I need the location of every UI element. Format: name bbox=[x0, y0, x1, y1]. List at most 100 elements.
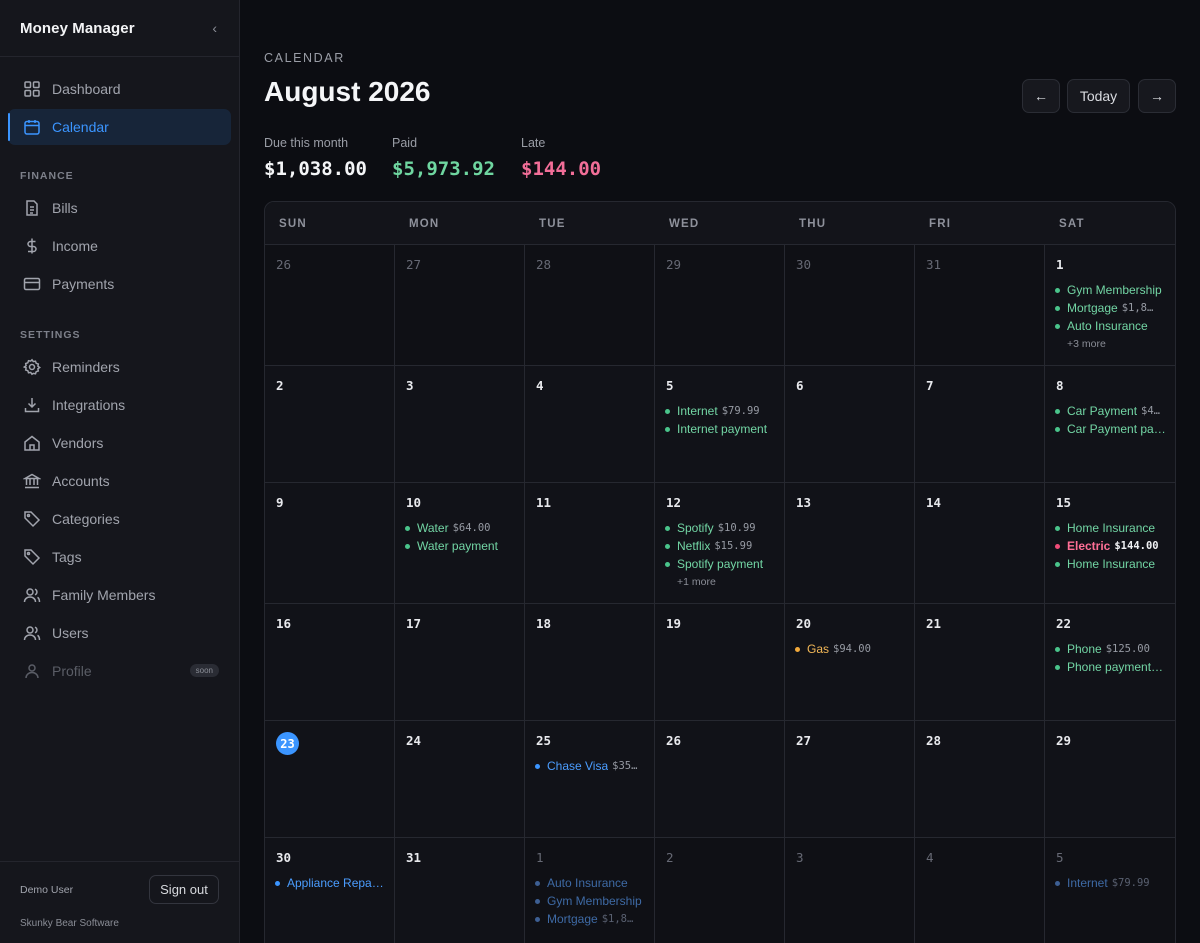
calendar-day-cell[interactable]: 2 bbox=[265, 366, 395, 483]
due-label: Due this month bbox=[264, 136, 349, 150]
calendar-day-cell[interactable]: 5 Internet $79.99 Internet payment bbox=[655, 366, 785, 483]
calendar-event[interactable]: Spotify $10.99 bbox=[665, 519, 779, 537]
calendar-day-cell[interactable]: 8 Car Payment $4… Car Payment pa… bbox=[1045, 366, 1175, 483]
more-events-link[interactable]: +3 more bbox=[1055, 335, 1170, 353]
calendar-day-cell[interactable]: 12 Spotify $10.99 Netflix $15.99 Spotify paym… bbox=[655, 483, 785, 604]
sidebar-item-accounts[interactable]: Accounts bbox=[8, 463, 231, 499]
calendar-event[interactable]: Auto Insurance bbox=[1055, 317, 1170, 335]
calendar-event[interactable]: Appliance Repa… bbox=[275, 874, 389, 892]
calendar-day-cell[interactable]: 9 bbox=[265, 483, 395, 604]
calendar-event[interactable]: Mortgage $1,8… bbox=[535, 910, 649, 928]
calendar-event[interactable]: Internet payment bbox=[665, 420, 779, 438]
calendar-day-cell[interactable]: 4 bbox=[915, 838, 1045, 943]
calendar-day-cell[interactable]: 3 bbox=[395, 366, 525, 483]
calendar-day-cell[interactable]: 26 bbox=[655, 721, 785, 838]
sidebar-item-reminders[interactable]: Reminders bbox=[8, 349, 231, 385]
user-name: Demo User bbox=[20, 884, 74, 896]
calendar-day-cell[interactable]: 23 bbox=[265, 721, 395, 838]
calendar-day-cell[interactable]: 24 bbox=[395, 721, 525, 838]
calendar-day-cell[interactable]: 13 bbox=[785, 483, 915, 604]
more-events-link[interactable]: +1 more bbox=[665, 573, 779, 591]
sidebar-item-vendors[interactable]: Vendors bbox=[8, 425, 231, 461]
calendar-day-cell[interactable]: 11 bbox=[525, 483, 655, 604]
calendar-event[interactable]: Gym Membership bbox=[1055, 281, 1170, 299]
calendar-day-cell[interactable]: 29 bbox=[1045, 721, 1175, 838]
sidebar-item-payments[interactable]: Payments bbox=[8, 266, 231, 302]
calendar-day-cell[interactable]: 17 bbox=[395, 604, 525, 721]
calendar-day-cell[interactable]: 1 Gym Membership Mortgage $1,8… Auto Insuran… bbox=[1045, 245, 1175, 366]
day-number: 10 bbox=[406, 495, 422, 510]
calendar-day-cell[interactable]: 1 Auto Insurance Gym Membership Mortgage $1,… bbox=[525, 838, 655, 943]
calendar-day-cell[interactable]: 26 bbox=[265, 245, 395, 366]
calendar-day-cell[interactable]: 6 bbox=[785, 366, 915, 483]
calendar-day-cell[interactable]: 2 bbox=[655, 838, 785, 943]
calendar-event[interactable]: Car Payment $4… bbox=[1055, 402, 1170, 420]
sidebar-item-categories[interactable]: Categories bbox=[8, 501, 231, 537]
calendar-event[interactable]: Water $64.00 bbox=[405, 519, 519, 537]
calendar-day-cell[interactable]: 16 bbox=[265, 604, 395, 721]
late-value: $144.00 bbox=[521, 158, 602, 180]
today-date-badge: 23 bbox=[276, 732, 299, 755]
calendar-day-cell[interactable]: 20 Gas $94.00 bbox=[785, 604, 915, 721]
calendar-event[interactable]: Home Insurance bbox=[1055, 555, 1170, 573]
calendar-event[interactable]: Home Insurance bbox=[1055, 519, 1170, 537]
calendar-day-cell[interactable]: 14 bbox=[915, 483, 1045, 604]
calendar-day-cell[interactable]: 19 bbox=[655, 604, 785, 721]
calendar-day-cell[interactable]: 27 bbox=[785, 721, 915, 838]
sidebar-item-dashboard[interactable]: Dashboard bbox=[8, 71, 231, 107]
previous-month-button[interactable]: ← bbox=[1022, 79, 1060, 113]
calendar-day-cell[interactable]: 27 bbox=[395, 245, 525, 366]
sidebar-item-family-members[interactable]: Family Members bbox=[8, 577, 231, 613]
calendar-event[interactable]: Chase Visa $35… bbox=[535, 757, 649, 775]
next-month-button[interactable]: → bbox=[1138, 79, 1176, 113]
calendar-event[interactable]: Water payment bbox=[405, 537, 519, 555]
calendar-day-cell[interactable]: 7 bbox=[915, 366, 1045, 483]
late-stat: Late $144.00 bbox=[521, 136, 601, 180]
collapse-sidebar-icon[interactable]: ‹ bbox=[212, 20, 217, 36]
calendar-event[interactable]: Spotify payment bbox=[665, 555, 779, 573]
calendar-day-cell[interactable]: 30 bbox=[785, 245, 915, 366]
calendar-event[interactable]: Gas $94.00 bbox=[795, 640, 909, 658]
calendar-day-cell[interactable]: 30 Appliance Repa… bbox=[265, 838, 395, 943]
sidebar-item-income[interactable]: Income bbox=[8, 228, 231, 264]
calendar-event[interactable]: Electric $144.00 bbox=[1055, 537, 1170, 555]
sidebar-item-integrations[interactable]: Integrations bbox=[8, 387, 231, 423]
event-status-dot bbox=[1055, 664, 1060, 670]
calendar-day-cell[interactable]: 31 bbox=[915, 245, 1045, 366]
calendar-event[interactable]: Phone payment… bbox=[1055, 658, 1170, 676]
sign-out-button[interactable]: Sign out bbox=[149, 875, 219, 904]
calendar-event[interactable]: Phone $125.00 bbox=[1055, 640, 1170, 658]
calendar-day-cell[interactable]: 28 bbox=[525, 245, 655, 366]
calendar-day-cell[interactable]: 28 bbox=[915, 721, 1045, 838]
calendar-event[interactable]: Auto Insurance bbox=[535, 874, 649, 892]
calendar-event[interactable]: Internet $79.99 bbox=[665, 402, 779, 420]
main-content: CALENDAR August 2026 ← Today → Due this … bbox=[264, 0, 1176, 943]
day-number: 8 bbox=[1056, 378, 1064, 393]
calendar-event[interactable]: Netflix $15.99 bbox=[665, 537, 779, 555]
sidebar-item-calendar[interactable]: Calendar bbox=[8, 109, 231, 145]
calendar-day-cell[interactable]: 31 bbox=[395, 838, 525, 943]
event-name: Appliance Repa… bbox=[287, 876, 384, 890]
calendar-day-cell[interactable]: 3 bbox=[785, 838, 915, 943]
day-events: Gas $94.00 bbox=[795, 640, 909, 658]
event-status-dot bbox=[535, 916, 540, 922]
calendar-day-cell[interactable]: 25 Chase Visa $35… bbox=[525, 721, 655, 838]
calendar-day-cell[interactable]: 10 Water $64.00 Water payment bbox=[395, 483, 525, 604]
today-button[interactable]: Today bbox=[1067, 79, 1130, 113]
calendar-event[interactable]: Internet $79.99 bbox=[1055, 874, 1170, 892]
calendar-event[interactable]: Car Payment pa… bbox=[1055, 420, 1170, 438]
calendar-day-cell[interactable]: 21 bbox=[915, 604, 1045, 721]
sidebar-item-bills[interactable]: Bills bbox=[8, 190, 231, 226]
calendar-event[interactable]: Mortgage $1,8… bbox=[1055, 299, 1170, 317]
calendar-day-cell[interactable]: 29 bbox=[655, 245, 785, 366]
calendar-event[interactable]: Gym Membership bbox=[535, 892, 649, 910]
finance-section-label: FINANCE bbox=[20, 170, 74, 182]
calendar-day-cell[interactable]: 22 Phone $125.00 Phone payment… bbox=[1045, 604, 1175, 721]
calendar-day-cell[interactable]: 18 bbox=[525, 604, 655, 721]
calendar-day-cell[interactable]: 5 Internet $79.99 bbox=[1045, 838, 1175, 943]
day-number: 2 bbox=[276, 378, 284, 393]
sidebar-item-users[interactable]: Users bbox=[8, 615, 231, 651]
calendar-day-cell[interactable]: 4 bbox=[525, 366, 655, 483]
calendar-day-cell[interactable]: 15 Home Insurance Electric $144.00 Home Insu… bbox=[1045, 483, 1175, 604]
sidebar-item-tags[interactable]: Tags bbox=[8, 539, 231, 575]
